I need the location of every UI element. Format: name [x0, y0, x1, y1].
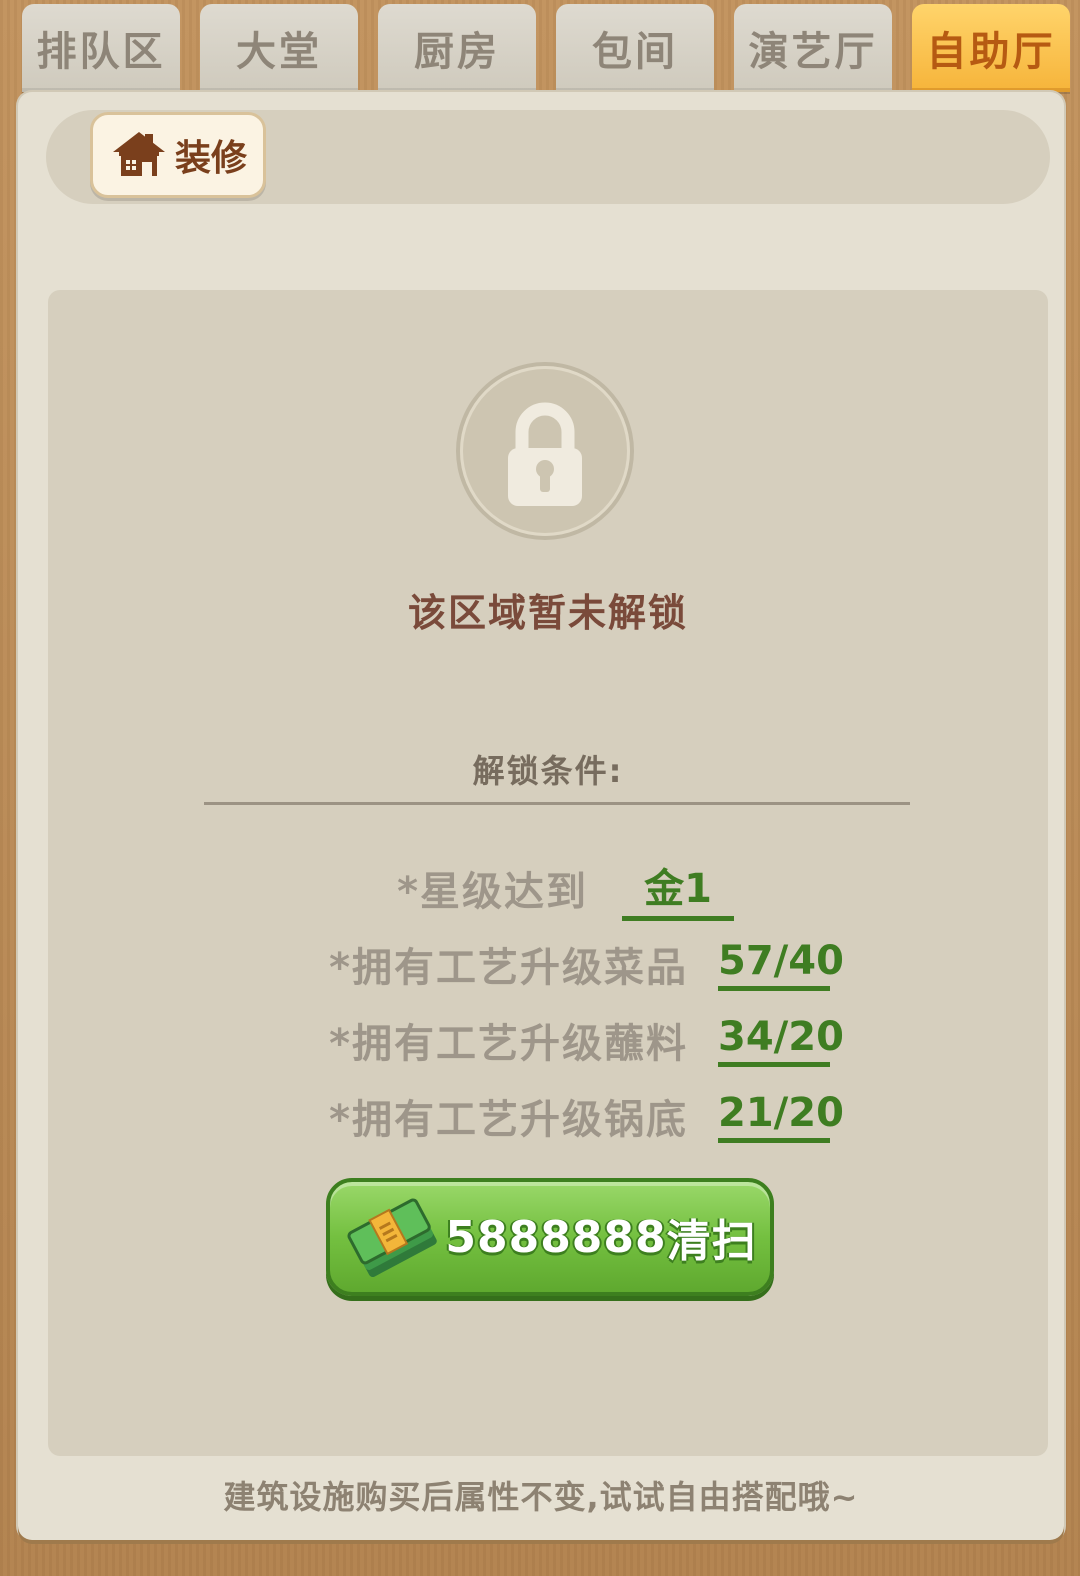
locked-zone-card: 该区域暂未解锁 解锁条件: *星级达到 金1 *拥有工艺升级菜品 57/40 *…: [48, 290, 1048, 1456]
decorate-label: 装修: [174, 138, 247, 179]
clean-button[interactable]: 5888888 清扫: [326, 1178, 774, 1296]
requirement-label: *星级达到: [397, 869, 588, 915]
requirement-label: *拥有工艺升级蘸料: [329, 1021, 688, 1067]
tab-private-room[interactable]: 包间: [556, 4, 714, 92]
zone-panel: 装修 该区域暂未解锁 解锁条件: *星级达到 金1 *拥有工艺升级菜品 57/4…: [18, 92, 1064, 1540]
requirement-row: *拥有工艺升级锅底 21/20: [248, 1086, 844, 1146]
zone-tab-bar: 排队区 大堂 厨房 包间 演艺厅 自助厅: [0, 0, 1080, 100]
tab-performance-hall[interactable]: 演艺厅: [734, 4, 892, 92]
divider: [204, 802, 910, 805]
padlock-icon: [508, 402, 582, 506]
tab-lobby[interactable]: 大堂: [200, 4, 358, 92]
unlock-conditions-heading: 解锁条件:: [472, 752, 624, 790]
requirement-row: *星级达到 金1: [248, 856, 734, 921]
locked-message: 该区域暂未解锁: [407, 591, 688, 635]
tab-queue-area[interactable]: 排队区: [22, 4, 180, 92]
tab-kitchen[interactable]: 厨房: [378, 4, 536, 92]
requirement-row: *拥有工艺升级菜品 57/40: [248, 934, 844, 994]
lock-badge: [460, 366, 630, 536]
cash-stack-icon: [343, 1190, 439, 1284]
clean-label: 清扫: [666, 1216, 757, 1267]
footer-tip: 建筑设施购买后属性不变,试试自由搭配哦~: [223, 1478, 859, 1516]
house-icon: [109, 126, 169, 184]
requirement-label: *拥有工艺升级锅底: [329, 1097, 688, 1143]
requirement-value: 34/20: [718, 1014, 844, 1067]
decorate-button[interactable]: 装修: [90, 112, 266, 198]
clean-cost: 5888888: [445, 1211, 667, 1263]
requirement-value: 57/40: [718, 938, 844, 991]
tab-buffet-hall[interactable]: 自助厅: [912, 4, 1070, 92]
requirement-row: *拥有工艺升级蘸料 34/20: [248, 1010, 844, 1070]
requirement-value: 21/20: [718, 1090, 844, 1143]
requirement-label: *拥有工艺升级菜品: [329, 945, 688, 991]
requirement-value: 金1: [622, 856, 734, 921]
